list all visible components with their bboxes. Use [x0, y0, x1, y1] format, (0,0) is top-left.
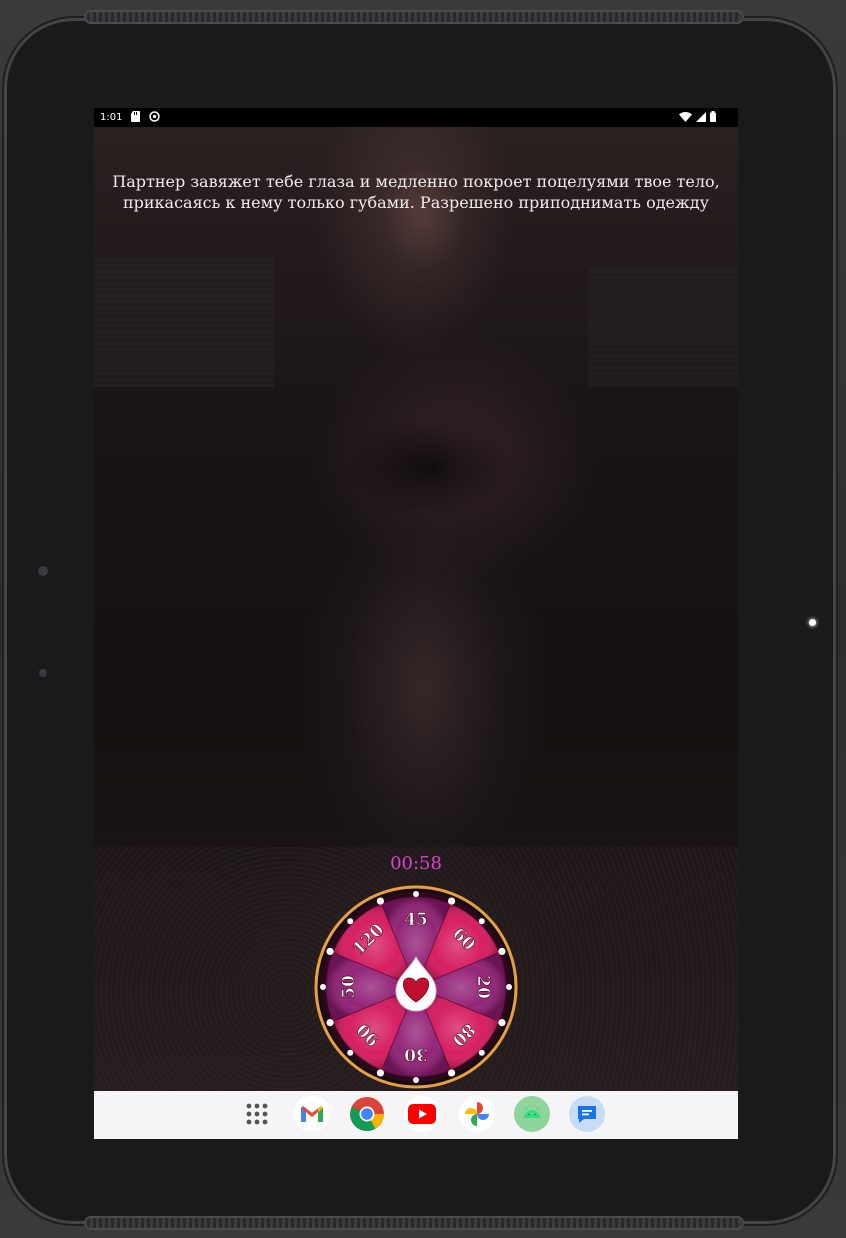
- wheel-label: 50: [339, 975, 359, 999]
- photos-app[interactable]: [459, 1096, 495, 1132]
- sofa-texture-right: [588, 267, 738, 387]
- task-line-1: Партнер завяжет тебе глаза и медленно по…: [112, 172, 720, 191]
- wheel-label: 30: [404, 1044, 428, 1064]
- countdown-timer: 00:58: [390, 853, 442, 874]
- wheel-graphic[interactable]: 60208030905012045: [313, 884, 519, 1090]
- tablet-frame: 1:01 Партнер завяжет тебе глаза и медлен…: [0, 0, 846, 1238]
- wheel-peg: [376, 1069, 385, 1077]
- spin-wheel[interactable]: 60 20 80 30 90 50 120 45: [313, 884, 519, 1090]
- photos-icon: [465, 1102, 489, 1126]
- messages-icon: [578, 1106, 596, 1123]
- wheel-peg: [478, 918, 485, 925]
- messages-app[interactable]: [569, 1096, 605, 1132]
- wheel-peg: [376, 897, 385, 905]
- wheel-label: 45: [404, 910, 428, 930]
- gmail-icon: [301, 1106, 323, 1122]
- wheel-label: 20: [473, 975, 493, 999]
- wheel-peg: [347, 918, 354, 925]
- wheel-peg: [413, 891, 419, 897]
- wheel-peg: [478, 1049, 485, 1056]
- android-app[interactable]: [514, 1096, 550, 1132]
- wheel-peg: [347, 1049, 354, 1056]
- wifi-icon: [679, 111, 692, 122]
- wheel-peg: [447, 1069, 456, 1077]
- youtube-app[interactable]: [404, 1096, 440, 1132]
- chrome-app[interactable]: [349, 1096, 385, 1132]
- wheel-peg: [506, 984, 512, 990]
- android-icon: [524, 1107, 540, 1118]
- status-time: 1:01: [100, 112, 123, 123]
- chrome-icon: [350, 1097, 384, 1131]
- wheel-peg: [326, 947, 334, 956]
- sofa-texture-left: [94, 257, 274, 387]
- bottom-speaker-grille: [84, 1216, 744, 1230]
- wheel-peg: [413, 1077, 419, 1083]
- top-speaker-grille: [84, 10, 744, 24]
- status-bar: 1:01: [94, 108, 738, 127]
- camera-sensor: [38, 566, 48, 576]
- wheel-peg: [447, 897, 456, 905]
- signal-icon: [696, 111, 706, 122]
- photo-figure: [294, 147, 554, 907]
- youtube-icon: [408, 1104, 436, 1124]
- app-drawer-button[interactable]: [239, 1096, 275, 1132]
- wheel-peg: [326, 1018, 334, 1027]
- device-screen: 1:01 Партнер завяжет тебе глаза и медлен…: [94, 108, 738, 1139]
- task-line-2: прикасаясь к нему только губами. Разреше…: [122, 193, 710, 212]
- app-grid-icon: [246, 1103, 268, 1125]
- light-sensor: [39, 669, 47, 677]
- gmail-app[interactable]: [294, 1096, 330, 1132]
- sync-icon: [149, 111, 160, 122]
- wheel-peg: [320, 984, 326, 990]
- wheel-peg: [498, 1018, 506, 1027]
- battery-icon: [710, 111, 716, 122]
- wheel-peg: [498, 947, 506, 956]
- task-description: Партнер завяжет тебе глаза и медленно по…: [104, 171, 728, 213]
- app-dock: [94, 1091, 738, 1139]
- front-camera: [809, 619, 816, 626]
- sd-card-icon: [131, 111, 140, 122]
